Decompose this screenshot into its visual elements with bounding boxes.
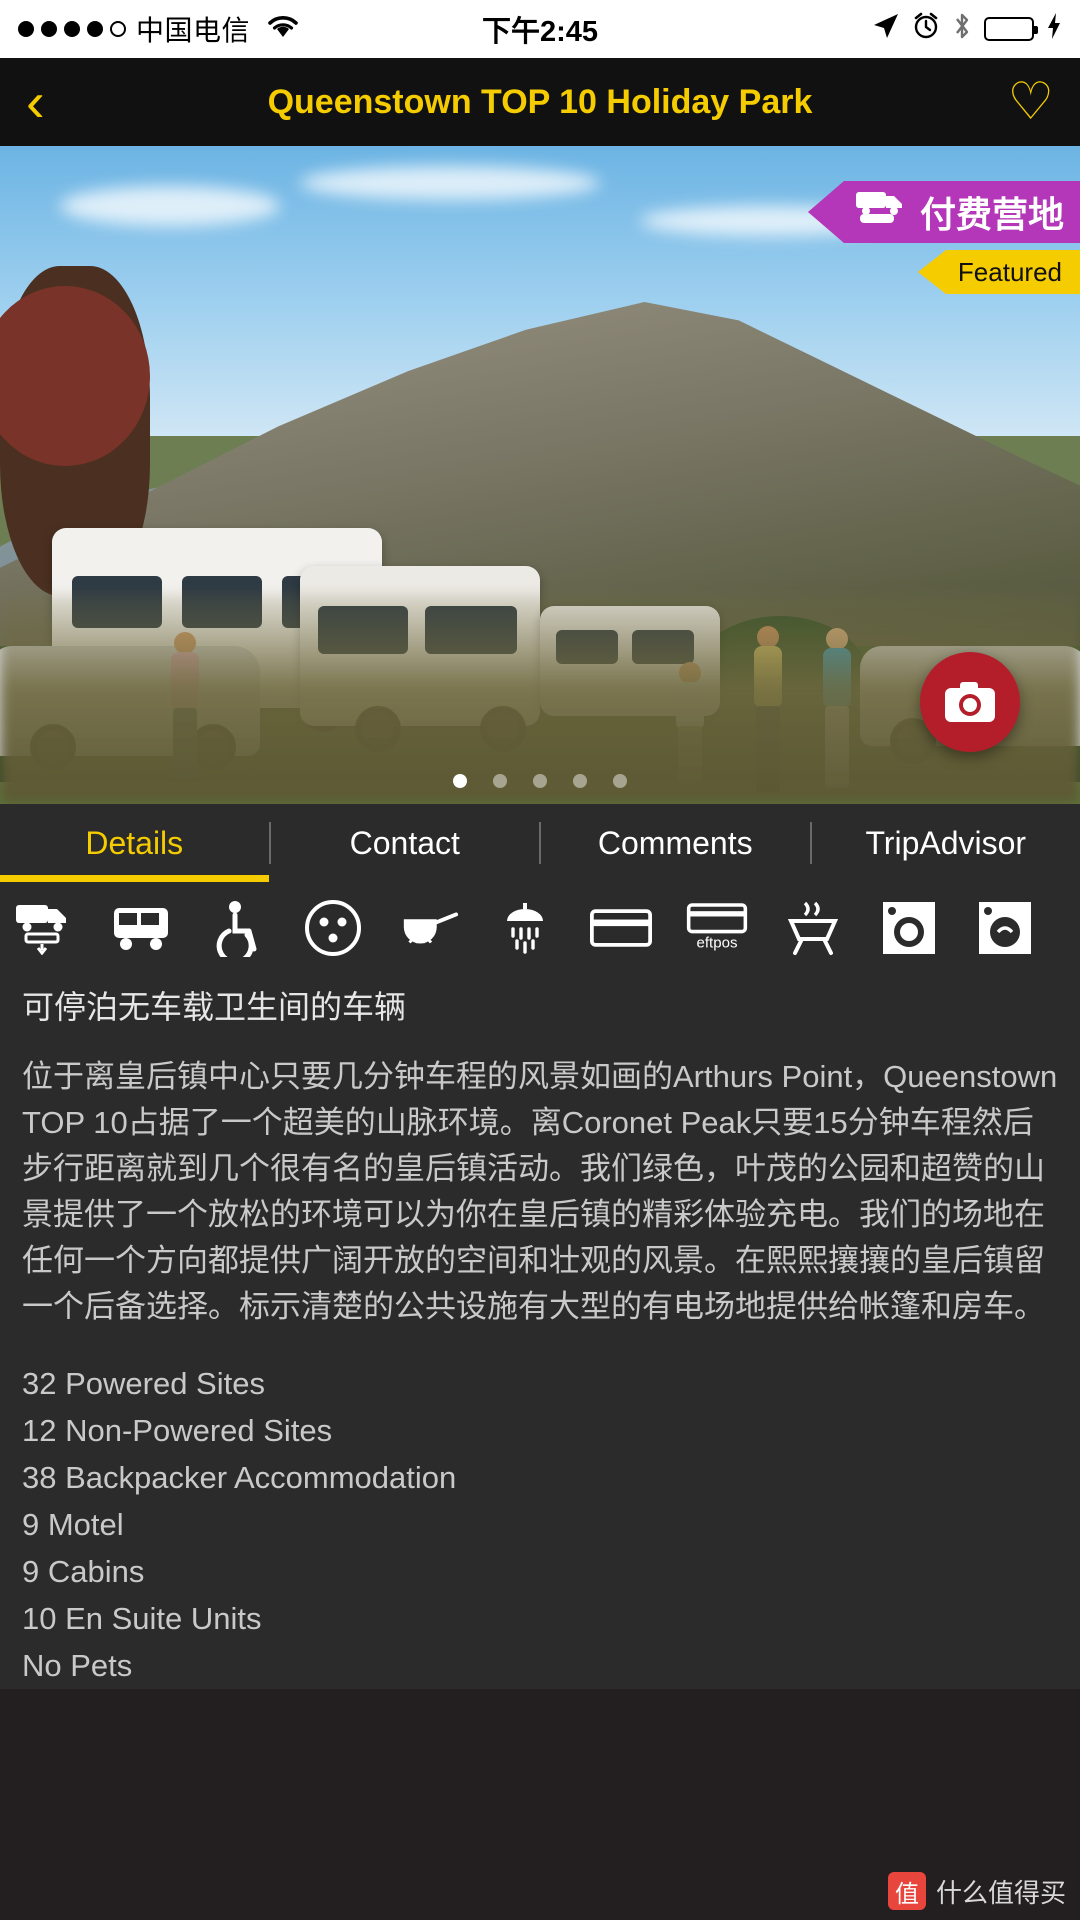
watermark: 值 什么值得买 [887, 1872, 1066, 1910]
park-description: 位于离皇后镇中心只要几分钟车程的风景如画的Arthurs Point，Queen… [22, 1059, 1058, 1324]
tab-comments[interactable]: Comments [541, 804, 810, 882]
paid-campsite-ribbon: 付费营地 [807, 181, 1080, 243]
wifi-icon [266, 13, 300, 46]
signal-strength-dots [18, 21, 126, 37]
campervan-dump-icon[interactable] [14, 897, 76, 959]
carousel-page-indicator [0, 774, 1080, 788]
page-dot[interactable] [493, 774, 507, 788]
list-item: 9 Motel [22, 1507, 124, 1542]
camera-button[interactable] [920, 652, 1020, 752]
signal-dot [87, 21, 103, 37]
cooking-pan-icon[interactable] [398, 897, 460, 959]
carrier-label: 中国电信 [136, 15, 251, 46]
amenity-subtitle: 可停泊无车载卫生间的车辆 [22, 989, 407, 1025]
ribbon-label: 付费营地 [919, 194, 1064, 235]
washing-machine-icon[interactable] [878, 897, 940, 959]
battery-icon [984, 17, 1038, 41]
wheelchair-accessible-icon[interactable] [206, 897, 268, 959]
status-bar-left: 中国电信 [18, 9, 300, 49]
favorite-heart-icon[interactable]: ♡ [1007, 76, 1054, 128]
list-item: 38 Backpacker Accommodation [22, 1460, 457, 1495]
list-item: 9 Cabins [22, 1554, 145, 1589]
status-bar-right [872, 11, 1062, 48]
cloud [300, 166, 600, 200]
watermark-text: 什么值得买 [935, 1877, 1066, 1908]
power-outlet-icon[interactable] [302, 897, 364, 959]
page-dot[interactable] [573, 774, 587, 788]
signal-dot [18, 21, 34, 37]
back-button[interactable]: ‹ [26, 74, 86, 130]
eftpos-icon[interactable]: eftpos [686, 897, 748, 959]
location-arrow-icon [872, 12, 900, 47]
details-panel: 可停泊无车载卫生间的车辆 位于离皇后镇中心只要几分钟车程的风景如画的Arthur… [0, 974, 1080, 1689]
bus-icon[interactable] [110, 897, 172, 959]
facilities-list: 32 Powered Sites 12 Non-Powered Sites 38… [22, 1360, 1058, 1689]
list-item: 32 Powered Sites [22, 1366, 265, 1401]
cloud [60, 186, 280, 226]
page-dot[interactable] [613, 774, 627, 788]
tab-details[interactable]: Details [0, 804, 269, 882]
featured-badge: Featured [917, 250, 1080, 294]
foreground-foliage [0, 594, 1080, 804]
charging-bolt-icon [1046, 12, 1062, 47]
tab-contact[interactable]: Contact [271, 804, 540, 882]
app-screen: 中国电信 下午2:45 ‹ Queenstown TOP 10 Holiday … [0, 0, 1080, 1920]
page-dot[interactable] [533, 774, 547, 788]
hero-photo-carousel[interactable]: 付费营地 Featured [0, 146, 1080, 804]
signal-dot-empty [110, 21, 126, 37]
bbq-icon[interactable] [782, 897, 844, 959]
signal-dot [41, 21, 57, 37]
dryer-icon[interactable] [974, 897, 1036, 959]
alarm-clock-icon [912, 12, 940, 47]
bluetooth-icon [952, 11, 972, 48]
shower-icon[interactable] [494, 897, 556, 959]
amenity-icon-strip[interactable]: eftpos [0, 882, 1080, 974]
credit-card-icon[interactable] [590, 897, 652, 959]
list-item: 12 Non-Powered Sites [22, 1413, 333, 1448]
tab-tripadvisor[interactable]: TripAdvisor [812, 804, 1080, 882]
page-dot-active[interactable] [453, 774, 467, 788]
navigation-bar: ‹ Queenstown TOP 10 Holiday Park ♡ [0, 58, 1080, 146]
list-item: 10 En Suite Units [22, 1601, 262, 1636]
campervan-icon [854, 188, 906, 237]
camera-icon [945, 682, 995, 722]
list-item: No Pets [22, 1648, 133, 1683]
svg-text:eftpos: eftpos [697, 934, 738, 951]
status-bar: 中国电信 下午2:45 [0, 0, 1080, 58]
page-title: Queenstown TOP 10 Holiday Park [267, 82, 813, 121]
watermark-badge-icon: 值 [887, 1872, 926, 1910]
signal-dot [64, 21, 80, 37]
tab-bar: Details Contact Comments TripAdvisor [0, 804, 1080, 882]
